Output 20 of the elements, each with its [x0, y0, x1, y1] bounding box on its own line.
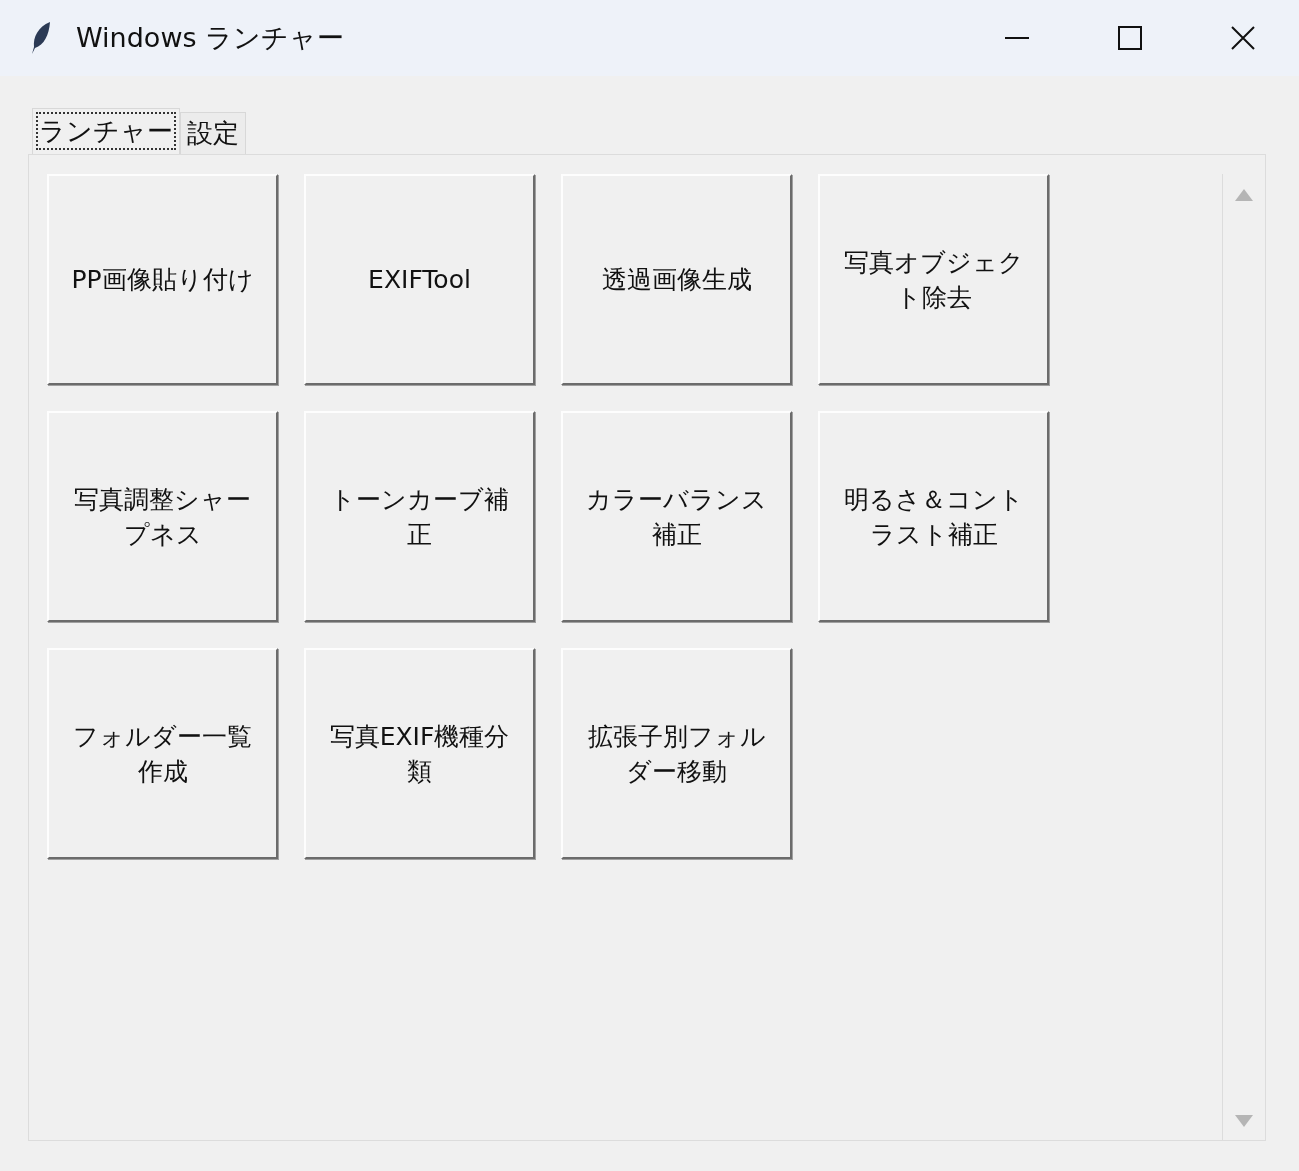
launcher-button[interactable]: PP画像貼り付け	[47, 174, 278, 385]
tab[interactable]: 設定	[180, 112, 246, 154]
launcher-button[interactable]: 写真オブジェクト除去	[818, 174, 1049, 385]
window-title: Windows ランチャー	[76, 21, 345, 55]
launcher-button[interactable]: 写真調整シャープネス	[47, 411, 278, 622]
launcher-button[interactable]: 拡張子別フォルダー移動	[561, 648, 792, 859]
launcher-button[interactable]: フォルダー一覧作成	[47, 648, 278, 859]
minimize-icon	[1003, 37, 1030, 39]
scroll-down-icon[interactable]	[1234, 1114, 1254, 1128]
tab[interactable]: ランチャー	[32, 108, 180, 154]
launcher-button[interactable]: 明るさ＆コントラスト補正	[818, 411, 1049, 622]
launcher-button[interactable]: トーンカーブ補正	[304, 411, 535, 622]
maximize-icon	[1116, 25, 1143, 51]
launcher-button[interactable]: 写真EXIF機種分類	[304, 648, 535, 859]
feather-icon	[30, 21, 52, 55]
launcher-button[interactable]: 透過画像生成	[561, 174, 792, 385]
scroll-up-icon[interactable]	[1234, 188, 1254, 202]
launcher-button[interactable]: カラーバランス補正	[561, 411, 792, 622]
launcher-button[interactable]: EXIFTool	[304, 174, 535, 385]
close-icon	[1229, 25, 1256, 51]
